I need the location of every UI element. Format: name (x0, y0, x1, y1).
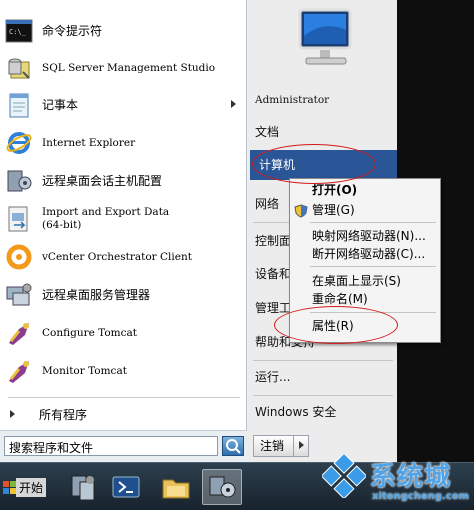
menu-item-properties[interactable]: 属性(R) (312, 317, 438, 335)
menu-item-disconnect-network-drive[interactable]: 断开网络驱动器(C)... (312, 245, 438, 263)
context-menu: 打开(O) 管理(G) 映射网络驱动器(N)... 断开网络驱动器(C)... … (289, 178, 441, 343)
right-link-administrator[interactable]: Administrator (255, 90, 395, 110)
sql-server-icon (4, 53, 34, 83)
uac-shield-icon (294, 204, 308, 218)
pinned-programs-pane: C:\_ 命令提示符 SQL Server Management Studio … (0, 0, 247, 430)
all-programs-label: 所有程序 (39, 407, 88, 422)
program-label: 远程桌面会话主机配置 (42, 173, 163, 188)
menu-item-manage[interactable]: 管理(G) (312, 201, 438, 219)
windows-orb-icon (3, 481, 16, 494)
configure-tomcat-icon (4, 318, 34, 348)
program-label: Monitor Tomcat (42, 364, 127, 377)
program-monitor-tomcat[interactable]: Monitor Tomcat (4, 353, 244, 389)
right-link-windows-security[interactable]: Windows 安全 (255, 402, 395, 422)
program-sql-server[interactable]: SQL Server Management Studio (4, 50, 244, 86)
program-command-prompt[interactable]: C:\_ 命令提示符 (4, 13, 244, 49)
triangle-right-icon (10, 410, 15, 418)
right-link-run[interactable]: 运行... (255, 367, 395, 387)
right-link-documents[interactable]: 文档 (255, 122, 395, 142)
start-button[interactable]: 开始 (2, 473, 62, 501)
menu-item-show-on-desktop[interactable]: 在桌面上显示(S) (312, 272, 438, 290)
rds-manager-icon (4, 280, 34, 310)
divider (253, 360, 393, 361)
svg-text:C:\_: C:\_ (9, 28, 27, 36)
internet-explorer-icon (4, 128, 34, 158)
notepad-icon (4, 90, 34, 120)
server-manager-icon[interactable] (64, 469, 104, 505)
search-input[interactable]: 搜索程序和文件 (4, 436, 218, 456)
search-button[interactable] (222, 436, 244, 456)
start-label: 开始 (16, 477, 47, 497)
rdsh-config-icon (4, 166, 34, 196)
program-notepad[interactable]: 记事本 (4, 87, 244, 123)
search-bar: 搜索程序和文件 (0, 430, 247, 462)
divider (253, 395, 393, 396)
import-export-icon (4, 204, 34, 234)
program-label: Import and Export Data (64-bit) (42, 206, 170, 231)
program-label: SQL Server Management Studio (42, 61, 216, 74)
watermark-title: 系统城 (370, 462, 452, 492)
computer-monitor-icon (286, 6, 364, 72)
divider (310, 222, 436, 223)
magnifier-icon (226, 439, 241, 454)
vcenter-orchestrator-icon (4, 242, 34, 272)
program-label: Internet Explorer (42, 136, 136, 149)
powershell-icon[interactable] (106, 469, 146, 505)
program-label: 记事本 (42, 97, 79, 112)
submenu-arrow-icon[interactable] (231, 100, 236, 108)
monitor-tomcat-icon (4, 356, 34, 386)
explorer-folder-icon[interactable] (156, 469, 196, 505)
program-vcenter-orchestrator[interactable]: vCenter Orchestrator Client (4, 239, 244, 275)
menu-item-rename[interactable]: 重命名(M) (312, 290, 438, 308)
menu-item-map-network-drive[interactable]: 映射网络驱动器(N)... (312, 227, 438, 245)
all-programs-button[interactable]: 所有程序 (4, 402, 244, 426)
right-link-computer[interactable]: 计算机 (250, 150, 397, 180)
command-prompt-icon: C:\_ (4, 16, 34, 46)
shutdown-options-arrow-icon[interactable] (293, 435, 309, 457)
menu-item-open[interactable]: 打开(O) (312, 181, 438, 199)
program-internet-explorer[interactable]: Internet Explorer (4, 125, 244, 161)
program-configure-tomcat[interactable]: Configure Tomcat (4, 315, 244, 351)
program-rdsh-config[interactable]: 远程桌面会话主机配置 (4, 163, 244, 199)
divider (310, 266, 436, 267)
divider (8, 397, 240, 398)
program-import-export[interactable]: Import and Export Data (64-bit) (4, 201, 244, 237)
program-label: 远程桌面服务管理器 (42, 287, 151, 302)
watermark-logo (320, 452, 368, 500)
program-label: vCenter Orchestrator Client (42, 250, 192, 263)
watermark-url: xitongcheng.com (372, 491, 469, 502)
program-label: Configure Tomcat (42, 326, 138, 339)
divider (310, 312, 436, 313)
program-rds-manager[interactable]: 远程桌面服务管理器 (4, 277, 244, 313)
program-label: 命令提示符 (42, 23, 103, 38)
active-tomcat-icon[interactable] (202, 469, 242, 505)
